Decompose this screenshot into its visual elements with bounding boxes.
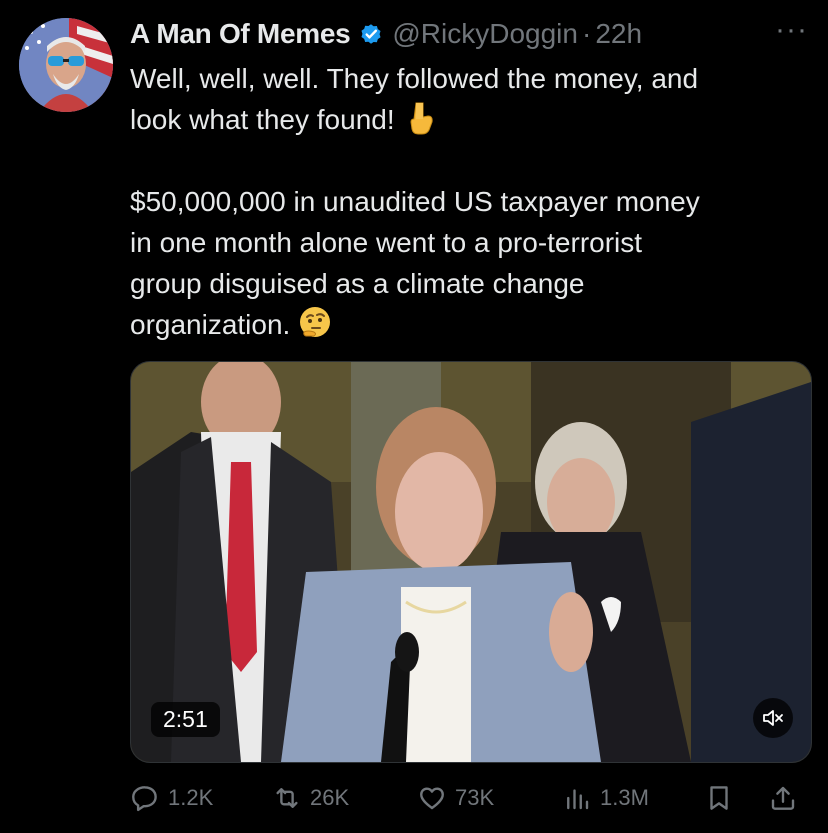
action-bar: 1.2K 26K 73K 1.3M [130, 776, 810, 820]
author-handle[interactable]: @RickyDoggin [392, 18, 578, 50]
post-text: Well, well, well. They followed the mone… [130, 58, 810, 345]
more-options-icon[interactable]: ··· [775, 14, 808, 46]
thinking-face-emoji-icon [298, 306, 332, 340]
video-player[interactable]: 2:51 [130, 361, 812, 763]
video-duration: 2:51 [151, 702, 220, 737]
views-button[interactable]: 1.3M [562, 776, 649, 820]
like-count: 73K [455, 785, 495, 810]
speaker-muted-icon [763, 710, 783, 726]
view-count: 1.3M [600, 785, 649, 810]
reply-count: 1.2K [168, 785, 214, 810]
reply-button[interactable]: 1.2K [130, 776, 213, 820]
author-avatar[interactable] [19, 18, 113, 112]
pointing-down-emoji-icon [403, 101, 437, 135]
heart-icon [420, 787, 444, 810]
repost-count: 26K [310, 785, 350, 810]
repost-icon [276, 788, 298, 808]
separator-dot: · [581, 18, 592, 49]
mute-toggle-button[interactable] [753, 698, 793, 738]
post-paragraph-1: Well, well, well. They followed the mone… [130, 58, 810, 140]
post-header: A Man Of Memes @RickyDoggin · 22h ··· [130, 14, 808, 54]
repost-button[interactable]: 26K [272, 776, 349, 820]
author-name[interactable]: A Man Of Memes [130, 18, 351, 50]
video-thumbnail [131, 362, 811, 762]
bookmark-icon [710, 786, 728, 810]
post-paragraph-2-text: $50,000,000 in unaudited US taxpayer mon… [130, 186, 700, 340]
verified-badge-icon [358, 21, 384, 47]
like-button[interactable]: 73K [417, 776, 494, 820]
timestamp[interactable]: 22h [595, 18, 642, 50]
share-icon [771, 786, 795, 810]
share-button[interactable] [768, 776, 806, 820]
analytics-icon [567, 789, 589, 810]
post-paragraph-2: $50,000,000 in unaudited US taxpayer mon… [130, 181, 810, 345]
bookmark-button[interactable] [704, 776, 742, 820]
reply-icon [132, 786, 157, 812]
